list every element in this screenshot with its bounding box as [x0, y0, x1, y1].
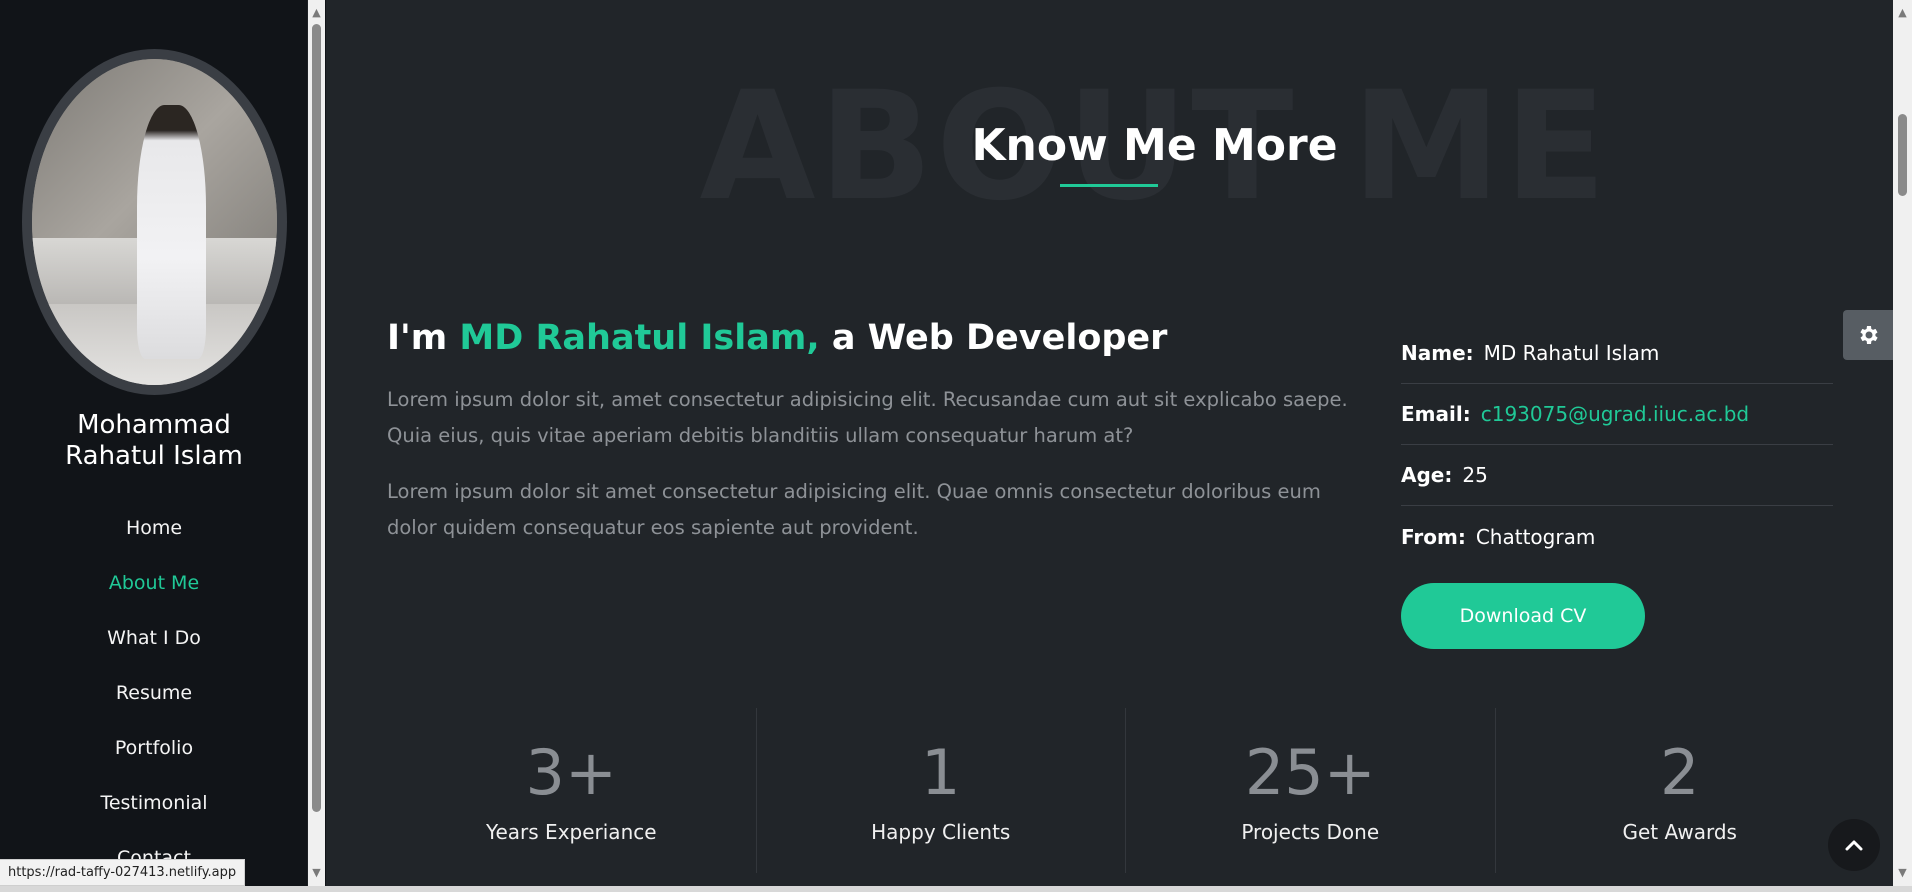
scroll-down-arrow-icon[interactable]: ▼: [308, 864, 325, 881]
info-value: MD Rahatul Islam: [1483, 341, 1660, 365]
sidebar: Mohammad Rahatul Islam Home About Me Wha…: [0, 0, 308, 886]
page-scrollbar[interactable]: ▲ ▼: [1893, 0, 1912, 886]
info-row-from: From: Chattogram: [1401, 506, 1833, 567]
about-section: ABOUT ME Know Me More I'm MD Rahatul Isl…: [326, 0, 1893, 886]
profile-name: Mohammad Rahatul Islam: [0, 410, 308, 472]
sidebar-scrollbar[interactable]: ▲ ▼: [308, 0, 325, 886]
status-bar-url: https://rad-taffy-027413.netlify.app: [0, 859, 246, 886]
stats-row: 3+ Years Experiance 1 Happy Clients 25+ …: [387, 708, 1864, 873]
back-to-top-button[interactable]: [1828, 819, 1880, 871]
info-key: From:: [1401, 524, 1466, 549]
download-cv-button[interactable]: Download CV: [1401, 583, 1645, 649]
stat-number: 25+: [1244, 736, 1376, 809]
intro-suffix: a Web Developer: [819, 318, 1168, 358]
nav-item-resume[interactable]: Resume: [0, 665, 308, 720]
intro-name: MD Rahatul Islam,: [459, 318, 820, 358]
stat-label: Projects Done: [1241, 820, 1380, 844]
about-paragraph-1: Lorem ipsum dolor sit, amet consectetur …: [387, 388, 1348, 447]
nav-item-home[interactable]: Home: [0, 500, 308, 555]
window-bottom-edge: [0, 886, 1912, 892]
stat-label: Happy Clients: [871, 820, 1011, 844]
info-value: Chattogram: [1475, 524, 1596, 549]
stat-item: 2 Get Awards: [1496, 708, 1865, 873]
stat-label: Get Awards: [1622, 820, 1737, 844]
stat-number: 3+: [525, 736, 617, 809]
stat-label: Years Experiance: [485, 820, 657, 844]
info-row-age: Age: 25: [1401, 445, 1833, 506]
sidebar-scrollbar-thumb[interactable]: [312, 24, 321, 812]
title-underline: [1060, 184, 1158, 187]
nav-item-portfolio[interactable]: Portfolio: [0, 720, 308, 775]
intro-prefix: I'm: [387, 318, 460, 358]
scroll-up-arrow-icon[interactable]: ▲: [308, 4, 325, 21]
sidebar-nav: Home About Me What I Do Resume Portfolio…: [0, 500, 308, 885]
profile-name-line2: Rahatul Islam: [65, 441, 243, 471]
profile-photo: [32, 59, 277, 385]
info-row-name: Name: MD Rahatul Islam: [1401, 323, 1833, 384]
settings-button[interactable]: [1843, 310, 1893, 360]
scroll-down-arrow-icon[interactable]: ▼: [1894, 864, 1911, 881]
gear-icon: [1860, 326, 1878, 344]
stat-item: 25+ Projects Done: [1126, 708, 1496, 873]
scroll-up-arrow-icon[interactable]: ▲: [1894, 4, 1911, 21]
stat-number: 2: [1660, 736, 1700, 809]
stat-number: 1: [921, 736, 961, 809]
page-scrollbar-thumb[interactable]: [1898, 114, 1907, 196]
stat-item: 1 Happy Clients: [757, 708, 1126, 873]
info-key: Name:: [1401, 341, 1474, 365]
email-link[interactable]: c193075@ugrad.iiuc.ac.bd: [1481, 402, 1749, 426]
stat-item: 3+ Years Experiance: [387, 708, 757, 873]
intro-heading: I'm MD Rahatul Islam, a Web Developer: [387, 318, 1167, 358]
chevron-up-icon: [1845, 840, 1863, 851]
info-key: Age:: [1401, 463, 1453, 487]
nav-item-testimonial[interactable]: Testimonial: [0, 775, 308, 830]
personal-info-list: Name: MD Rahatul Islam Email: c193075@ug…: [1401, 323, 1833, 567]
profile-photo-frame: [22, 49, 287, 395]
nav-item-what-i-do[interactable]: What I Do: [0, 610, 308, 665]
info-value: 25: [1462, 463, 1488, 487]
profile-name-line1: Mohammad: [77, 410, 231, 440]
about-paragraph-2: Lorem ipsum dolor sit amet consectetur a…: [387, 480, 1321, 539]
section-title: Know Me More: [971, 120, 1338, 171]
info-key: Email:: [1401, 402, 1471, 426]
nav-item-about-me[interactable]: About Me: [0, 555, 308, 610]
info-row-email: Email: c193075@ugrad.iiuc.ac.bd: [1401, 384, 1833, 445]
